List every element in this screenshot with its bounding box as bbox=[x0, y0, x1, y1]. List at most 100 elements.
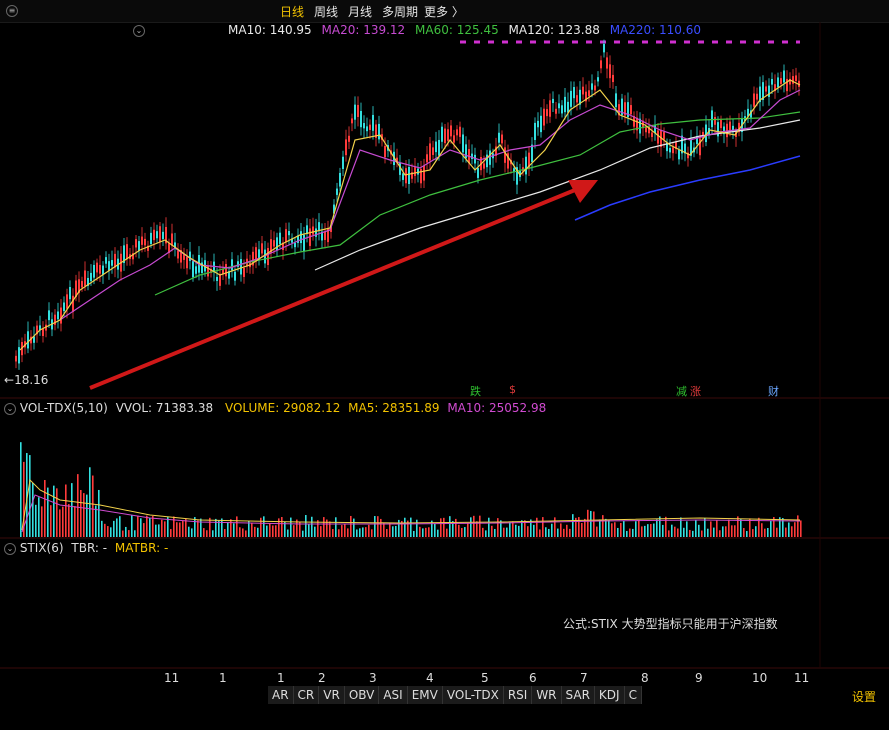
candle-body bbox=[153, 229, 155, 241]
event-badge-reduce[interactable]: 减 bbox=[674, 383, 689, 399]
volume-bar bbox=[245, 530, 247, 537]
candle-body bbox=[231, 259, 233, 271]
candle-body bbox=[312, 226, 314, 235]
volume-bar bbox=[677, 528, 679, 537]
volume-bar bbox=[269, 523, 271, 537]
volume-bar bbox=[725, 526, 727, 537]
volume-bar bbox=[140, 518, 142, 537]
tab-c[interactable]: C bbox=[625, 686, 642, 704]
volume-bar bbox=[749, 518, 751, 537]
x-axis-label: 10 bbox=[752, 671, 768, 685]
candle-body bbox=[369, 124, 371, 130]
chevron-down-icon[interactable]: ⌄ bbox=[4, 402, 16, 415]
tab-obv[interactable]: OBV bbox=[345, 686, 380, 704]
tab-vol-tdx[interactable]: VOL-TDX bbox=[443, 686, 504, 704]
settings-button[interactable]: 设置 bbox=[852, 688, 876, 705]
volume-bar bbox=[353, 518, 355, 537]
candle-body bbox=[540, 115, 542, 133]
candle-body bbox=[714, 117, 716, 125]
candle-body bbox=[756, 93, 758, 100]
volume-bar bbox=[461, 528, 463, 537]
volume-bar bbox=[467, 522, 469, 537]
vol-ma5-value: MA5: 28351.89 bbox=[348, 401, 440, 415]
candle-body bbox=[561, 105, 563, 114]
tab-cr[interactable]: CR bbox=[294, 686, 320, 704]
tab-rsi[interactable]: RSI bbox=[504, 686, 533, 704]
candle-body bbox=[594, 85, 596, 91]
volume-bar bbox=[44, 480, 46, 537]
tab-sar[interactable]: SAR bbox=[562, 686, 595, 704]
volume-bar bbox=[293, 525, 295, 537]
candle-body bbox=[423, 165, 425, 181]
volume-bar bbox=[518, 525, 520, 537]
candle-body bbox=[384, 146, 386, 158]
volume-bar bbox=[224, 529, 226, 537]
volume-bar bbox=[698, 524, 700, 537]
candle-body bbox=[108, 261, 110, 271]
candle-body bbox=[81, 281, 83, 288]
volume-bar bbox=[272, 525, 274, 537]
volume-bar bbox=[290, 517, 292, 537]
volume-bar bbox=[398, 519, 400, 537]
volume-bar bbox=[542, 517, 544, 537]
tab-wr[interactable]: WR bbox=[532, 686, 562, 704]
volume-pane-header: ⌄ VOL-TDX(5,10) VVOL: 71383.38 VOLUME: 2… bbox=[4, 401, 546, 415]
tab-vr[interactable]: VR bbox=[319, 686, 345, 704]
volume-bar bbox=[536, 517, 538, 537]
volume-bar bbox=[443, 517, 445, 537]
x-axis-label: 7 bbox=[580, 671, 588, 685]
candle-body bbox=[576, 95, 578, 103]
volume-bar bbox=[230, 519, 232, 537]
volume-bar bbox=[50, 505, 52, 537]
volume-bar bbox=[509, 522, 511, 537]
event-badge-drop[interactable]: 跌 bbox=[468, 383, 483, 399]
candle-body bbox=[657, 130, 659, 144]
candle-body bbox=[60, 307, 62, 324]
tab-emv[interactable]: EMV bbox=[408, 686, 443, 704]
volume-bar bbox=[128, 530, 130, 537]
chevron-down-icon[interactable]: ⌄ bbox=[4, 542, 16, 555]
volume-bar bbox=[686, 521, 688, 537]
volume-bar bbox=[506, 527, 508, 537]
volume-bar bbox=[791, 526, 793, 537]
volume-title[interactable]: VOL-TDX(5,10) bbox=[20, 401, 108, 415]
tab-kdj[interactable]: KDJ bbox=[595, 686, 625, 704]
volume-bar bbox=[137, 515, 139, 537]
volume-bar bbox=[53, 485, 55, 537]
volume-bar bbox=[632, 528, 634, 537]
volume-bar bbox=[236, 516, 238, 537]
tab-ar[interactable]: AR bbox=[268, 686, 294, 704]
volume-bar bbox=[743, 528, 745, 537]
volume-bar bbox=[248, 521, 250, 537]
stix-note: 公式:STIX 大势型指标只能用于沪深指数 bbox=[563, 617, 778, 631]
volume-bar bbox=[572, 514, 574, 537]
volume-bar bbox=[188, 526, 190, 537]
candle-body bbox=[783, 70, 785, 83]
volume-bar bbox=[527, 526, 529, 537]
stix-title[interactable]: STIX(6) bbox=[20, 541, 64, 555]
volume-bar bbox=[710, 521, 712, 537]
volume-bar bbox=[602, 515, 604, 537]
volume-bar bbox=[581, 523, 583, 537]
volume-bar bbox=[350, 515, 352, 537]
tab-asi[interactable]: ASI bbox=[379, 686, 408, 704]
candle-body bbox=[405, 168, 407, 184]
candle-body bbox=[27, 331, 29, 349]
event-badge-dollar[interactable]: $ bbox=[507, 383, 518, 396]
volume-bar bbox=[203, 528, 205, 537]
volume-bar bbox=[494, 528, 496, 537]
volume-bar bbox=[167, 517, 169, 537]
candle-body bbox=[243, 267, 245, 277]
x-axis-label: 4 bbox=[426, 671, 434, 685]
volume-bar bbox=[716, 520, 718, 537]
candle-body bbox=[192, 261, 194, 278]
event-badge-finance[interactable]: 财 bbox=[766, 383, 781, 399]
candle-body bbox=[72, 295, 74, 312]
candle-body bbox=[336, 188, 338, 195]
x-axis-label: 9 bbox=[695, 671, 703, 685]
candle-body bbox=[792, 76, 794, 84]
volume-bar bbox=[98, 489, 100, 537]
candle-body bbox=[453, 135, 455, 143]
volume-bar bbox=[665, 516, 667, 537]
event-badge-rise[interactable]: 涨 bbox=[688, 383, 703, 399]
